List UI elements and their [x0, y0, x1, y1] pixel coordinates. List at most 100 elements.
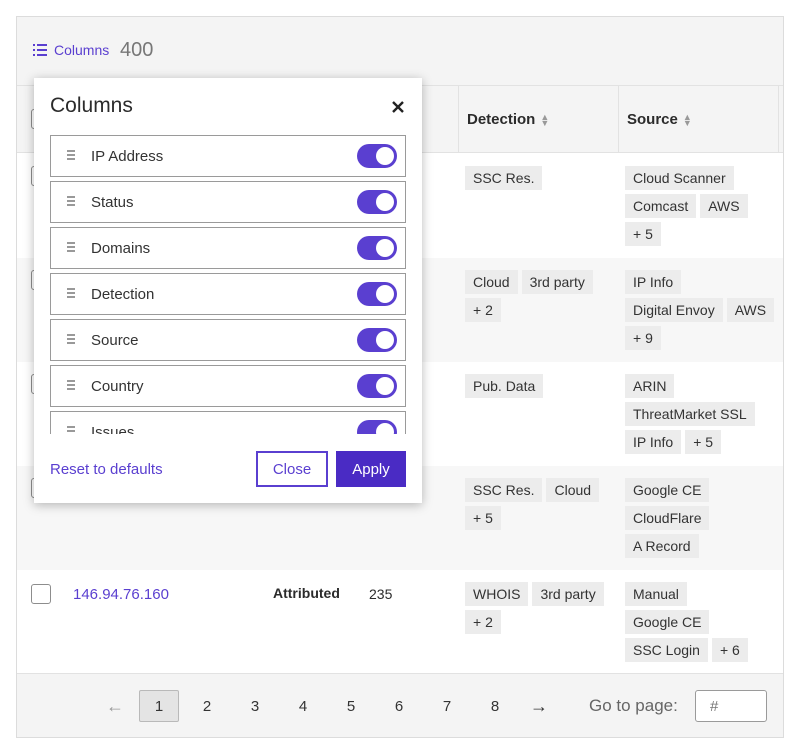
page-button-2[interactable]: 2: [187, 690, 227, 722]
column-toggle[interactable]: [357, 190, 397, 214]
detection-tag: 3rd party: [521, 270, 593, 294]
column-item-domains[interactable]: Domains: [50, 227, 406, 269]
source-tags: ARIN ThreatMarket SSL IP Info + 5: [625, 374, 775, 454]
column-toggle[interactable]: [357, 374, 397, 398]
column-item-label: Source: [91, 332, 139, 349]
column-item-ip-address[interactable]: IP Address: [50, 135, 406, 177]
list-icon: [33, 44, 47, 56]
column-item-source[interactable]: Source: [50, 319, 406, 361]
source-tag: SSC Login: [625, 638, 708, 662]
source-tags: IP Info Digital Envoy AWS + 9: [625, 270, 775, 350]
goto-page-input[interactable]: [695, 690, 767, 722]
source-tag: AWS: [700, 194, 748, 218]
pagination: ← 1 2 3 4 5 6 7 8 → Go to page:: [17, 673, 783, 737]
page-button-3[interactable]: 3: [235, 690, 275, 722]
drag-handle-icon[interactable]: [67, 426, 75, 434]
drag-handle-icon[interactable]: [67, 150, 75, 162]
table-toolbar: Columns 400: [17, 17, 783, 86]
column-header-divider: [778, 86, 783, 153]
page-button-1[interactable]: 1: [139, 690, 179, 722]
columns-button[interactable]: Columns: [33, 42, 109, 58]
reset-defaults-link[interactable]: Reset to defaults: [50, 461, 163, 478]
source-tag: A Record: [625, 534, 699, 558]
page-button-4[interactable]: 4: [283, 690, 323, 722]
drag-handle-icon[interactable]: [67, 380, 75, 392]
detection-tags: SSC Res.: [465, 166, 615, 190]
column-item-issues[interactable]: Issues: [50, 411, 406, 434]
modal-title: Columns: [50, 94, 133, 117]
column-item-label: Country: [91, 378, 144, 395]
column-item-label: IP Address: [91, 148, 164, 165]
next-page-button[interactable]: →: [519, 690, 559, 722]
detection-tag: Pub. Data: [465, 374, 544, 398]
column-toggle[interactable]: [357, 144, 397, 168]
close-button[interactable]: Close: [256, 451, 328, 487]
sort-icon: ▲▼: [540, 111, 550, 128]
detection-tag: Cloud: [465, 270, 518, 294]
source-more-tag[interactable]: + 5: [625, 222, 661, 246]
detection-more-tag[interactable]: + 5: [465, 506, 501, 530]
column-item-label: Detection: [91, 286, 155, 303]
source-tag: Comcast: [625, 194, 697, 218]
page-button-6[interactable]: 6: [379, 690, 419, 722]
detection-tag: Cloud: [546, 478, 600, 502]
column-item-label: Domains: [91, 240, 151, 257]
source-tag: CloudFlare: [625, 506, 710, 530]
source-tag: Digital Envoy: [625, 298, 723, 322]
drag-handle-icon[interactable]: [67, 288, 75, 300]
source-more-tag[interactable]: + 6: [711, 638, 748, 662]
drag-handle-icon[interactable]: [67, 196, 75, 208]
column-toggle[interactable]: [357, 236, 397, 260]
result-count: 400: [120, 39, 154, 61]
source-tag: ARIN: [625, 374, 675, 398]
status-value: Attributed: [273, 585, 340, 601]
domains-value: 235: [369, 586, 393, 602]
column-item-status[interactable]: Status: [50, 181, 406, 223]
page-button-8[interactable]: 8: [475, 690, 515, 722]
column-toggle[interactable]: [357, 282, 397, 306]
column-item-detection[interactable]: Detection: [50, 273, 406, 315]
detection-tags: SSC Res. Cloud + 5: [465, 478, 615, 530]
row-checkbox[interactable]: [31, 584, 51, 604]
source-tag: IP Info: [625, 430, 682, 454]
column-header-source[interactable]: Source ▲ ▼: [618, 86, 778, 153]
source-tag: Google CE: [625, 610, 710, 634]
detection-more-tag[interactable]: + 2: [465, 298, 501, 322]
source-tag: IP Info: [625, 270, 682, 294]
sort-icon: ▲▼: [682, 111, 692, 128]
detection-tag: WHOIS: [465, 582, 529, 606]
source-tags: Google CE CloudFlare A Record: [625, 478, 775, 558]
table-row[interactable]: 146.94.76.160 Attributed 235 WHOIS 3rd p…: [17, 570, 783, 673]
detection-more-tag[interactable]: + 2: [465, 610, 501, 634]
column-toggle[interactable]: [357, 420, 397, 434]
source-tag: ThreatMarket SSL: [625, 402, 755, 426]
goto-page-label: Go to page:: [589, 696, 678, 715]
page-button-5[interactable]: 5: [331, 690, 371, 722]
column-header-detection[interactable]: Detection ▲ ▼: [458, 86, 618, 153]
source-tags: Cloud Scanner Comcast AWS + 5: [625, 166, 775, 246]
apply-button[interactable]: Apply: [336, 451, 406, 487]
source-tag: AWS: [726, 298, 775, 322]
detection-tags: Cloud 3rd party + 2: [465, 270, 615, 322]
source-more-tag[interactable]: + 9: [625, 326, 661, 350]
ip-address-link[interactable]: 146.94.76.160: [73, 586, 169, 603]
column-toggle[interactable]: [357, 328, 397, 352]
detection-tag: SSC Res.: [465, 478, 543, 502]
column-list[interactable]: IP Address Status Domains Detection Sour…: [50, 135, 407, 434]
source-tag: Google CE: [625, 478, 710, 502]
columns-modal: Columns IP Address Status Domains Detect…: [34, 78, 422, 503]
drag-handle-icon[interactable]: [67, 334, 75, 346]
source-more-tag[interactable]: + 5: [685, 430, 722, 454]
column-item-country[interactable]: Country: [50, 365, 406, 407]
columns-button-label: Columns: [54, 42, 110, 58]
detection-tags: Pub. Data: [465, 374, 615, 398]
source-tag: Cloud Scanner: [625, 166, 734, 190]
source-tag: Manual: [625, 582, 687, 606]
detection-tag: SSC Res.: [465, 166, 543, 190]
column-item-label: Issues: [91, 424, 135, 434]
close-icon[interactable]: [387, 96, 409, 118]
drag-handle-icon[interactable]: [67, 242, 75, 254]
prev-page-button[interactable]: ←: [95, 690, 135, 722]
source-tags: Manual Google CE SSC Login + 6: [625, 582, 775, 662]
page-button-7[interactable]: 7: [427, 690, 467, 722]
